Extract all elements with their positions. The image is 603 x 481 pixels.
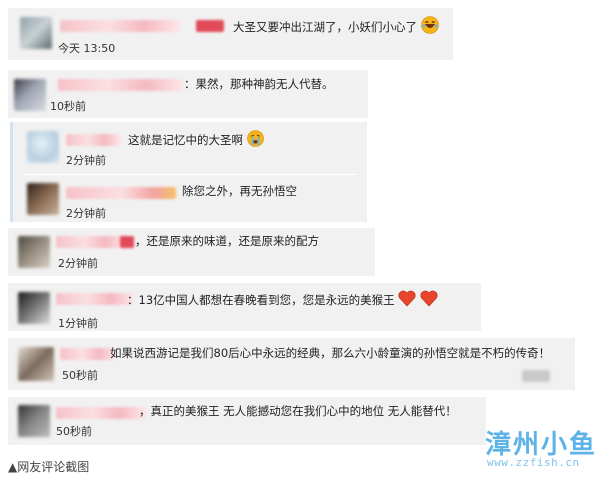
avatar[interactable] xyxy=(27,131,59,163)
image-caption: ▲网友评论截图 xyxy=(8,460,90,474)
avatar[interactable] xyxy=(18,236,50,268)
avatar[interactable] xyxy=(18,292,50,324)
avatar[interactable] xyxy=(20,17,52,49)
two-hearts-emoji xyxy=(398,290,438,311)
username-redacted[interactable] xyxy=(58,79,183,91)
laugh-cry-emoji xyxy=(420,16,439,38)
redaction-smudge xyxy=(522,370,550,382)
comment-text: 这就是记忆中的大圣啊 xyxy=(128,130,264,151)
comment-card: ，还是原来的味道，还是原来的配方 2分钟前 xyxy=(8,228,375,276)
username-redacted[interactable] xyxy=(60,20,180,32)
comment-text: ，真正的美猴王 无人能撼动您在我们心中的地位 无人能替代！ xyxy=(139,404,457,418)
reply-thread: 这就是记忆中的大圣啊 2分钟前 除您之外，再无孙悟空 2分钟前 xyxy=(10,122,367,222)
comment-card: ，真正的美猴王 无人能撼动您在我们心中的地位 无人能替代！ 50秒前 xyxy=(8,397,486,445)
comment-text: 大圣又要冲出江湖了，小妖们小心了 xyxy=(233,16,439,38)
timestamp: 10秒前 xyxy=(50,100,86,113)
username-redacted[interactable] xyxy=(66,134,121,146)
comment-text: ：果然，那种神韵无人代替。 xyxy=(184,77,334,91)
comment-text: 除您之外，再无孙悟空 xyxy=(182,184,297,198)
timestamp: 今天 13:50 xyxy=(58,42,116,55)
avatar[interactable] xyxy=(27,183,59,215)
username-redacted xyxy=(196,20,224,32)
username-redacted[interactable] xyxy=(56,407,146,419)
comment-card: ：果然，那种神韵无人代替。 10秒前 xyxy=(8,70,368,118)
watermark-url: www.zzfish.cn xyxy=(487,456,580,469)
comment-text: 如果说西游记是我们80后心中永远的经典，那么六小龄童演的孙悟空就是不朽的传奇！ xyxy=(110,346,551,360)
timestamp: 2分钟前 xyxy=(66,207,106,220)
comment-text: ：13亿中国人都想在春晚看到您，您是永远的美猴王 xyxy=(127,290,438,311)
timestamp: 2分钟前 xyxy=(66,154,106,167)
username-redacted xyxy=(120,236,134,248)
timestamp: 2分钟前 xyxy=(58,257,98,270)
timestamp: 50秒前 xyxy=(62,369,98,382)
crying-emoji xyxy=(246,130,264,151)
avatar[interactable] xyxy=(18,405,50,437)
avatar[interactable] xyxy=(14,79,46,111)
username-redacted[interactable] xyxy=(66,187,176,199)
timestamp: 1分钟前 xyxy=(58,317,98,330)
divider xyxy=(24,174,357,175)
timestamp: 50秒前 xyxy=(56,425,92,438)
username-redacted[interactable] xyxy=(60,348,116,360)
avatar[interactable] xyxy=(18,347,54,381)
comment-text: ，还是原来的味道，还是原来的配方 xyxy=(135,234,319,248)
comment-card: 如果说西游记是我们80后心中永远的经典，那么六小龄童演的孙悟空就是不朽的传奇！ … xyxy=(8,338,575,390)
reply-indicator-bar xyxy=(10,122,13,222)
comment-card: ：13亿中国人都想在春晚看到您，您是永远的美猴王 1分钟前 xyxy=(8,283,481,331)
comment-card: 大圣又要冲出江湖了，小妖们小心了 今天 13:50 xyxy=(8,8,453,60)
username-redacted[interactable] xyxy=(56,236,126,248)
username-redacted[interactable] xyxy=(56,293,134,305)
